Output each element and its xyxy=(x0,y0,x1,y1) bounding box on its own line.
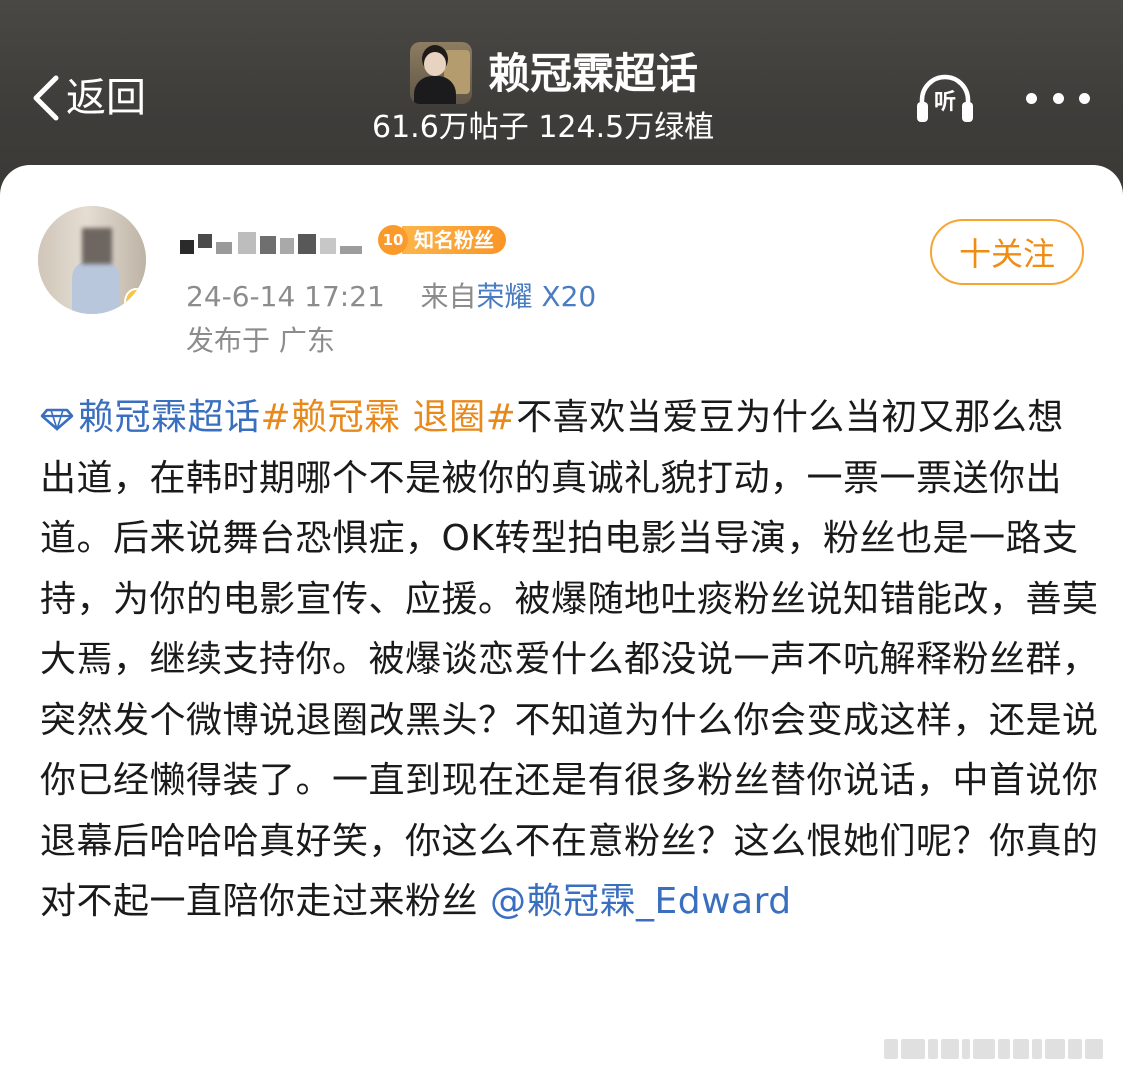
listen-button[interactable]: 听 xyxy=(914,72,976,128)
listen-label: 听 xyxy=(933,90,956,115)
verified-badge-icon xyxy=(124,288,146,314)
back-label: 返回 xyxy=(66,75,146,121)
hashtag-link[interactable]: #赖冠霖 退圈# xyxy=(261,397,517,438)
topic-avatar[interactable] xyxy=(410,42,472,104)
source-device-link[interactable]: 荣耀 X20 xyxy=(477,280,597,313)
fan-level: 10 xyxy=(378,225,408,255)
post-body: 赖冠霖超话#赖冠霖 退圈#不喜欢当爱豆为什么当初又那么想出道，在韩时期哪个不是被… xyxy=(40,388,1100,933)
back-button[interactable]: 返回 xyxy=(28,70,146,126)
post-location: 发布于 广东 xyxy=(186,324,335,357)
post-meta: 24-6-14 17:21 来自荣耀 X20 xyxy=(186,276,596,318)
post-text: 不喜欢当爱豆为什么当初又那么想出道，在韩时期哪个不是被你的真诚礼貌打动，一票一票… xyxy=(40,397,1099,922)
chevron-left-icon xyxy=(33,75,59,121)
source-prefix: 来自 xyxy=(420,280,477,313)
diamond-icon xyxy=(40,408,74,431)
more-options-button[interactable] xyxy=(1026,80,1090,116)
fan-badge[interactable]: 10 知名粉丝 xyxy=(378,225,506,255)
supertopic-label: 赖冠霖超话 xyxy=(78,397,261,438)
mention-link[interactable]: @赖冠霖_Edward xyxy=(490,881,792,922)
topic-stats: 61.6万帖子 124.5万绿植 xyxy=(372,110,715,145)
more-dot-icon xyxy=(1079,92,1090,104)
post-timestamp: 24-6-14 17:21 xyxy=(186,280,385,313)
supertopic-link[interactable]: 赖冠霖超话 xyxy=(40,397,261,438)
fan-badge-label: 知名粉丝 xyxy=(402,226,506,254)
topic-title: 赖冠霖超话 xyxy=(488,49,699,98)
follow-button[interactable]: 十关注 xyxy=(930,219,1084,285)
more-dot-icon xyxy=(1026,92,1037,104)
watermark xyxy=(884,1036,1116,1062)
more-dot-icon xyxy=(1052,92,1064,104)
username-censored[interactable] xyxy=(180,224,370,260)
user-avatar[interactable] xyxy=(38,206,146,314)
